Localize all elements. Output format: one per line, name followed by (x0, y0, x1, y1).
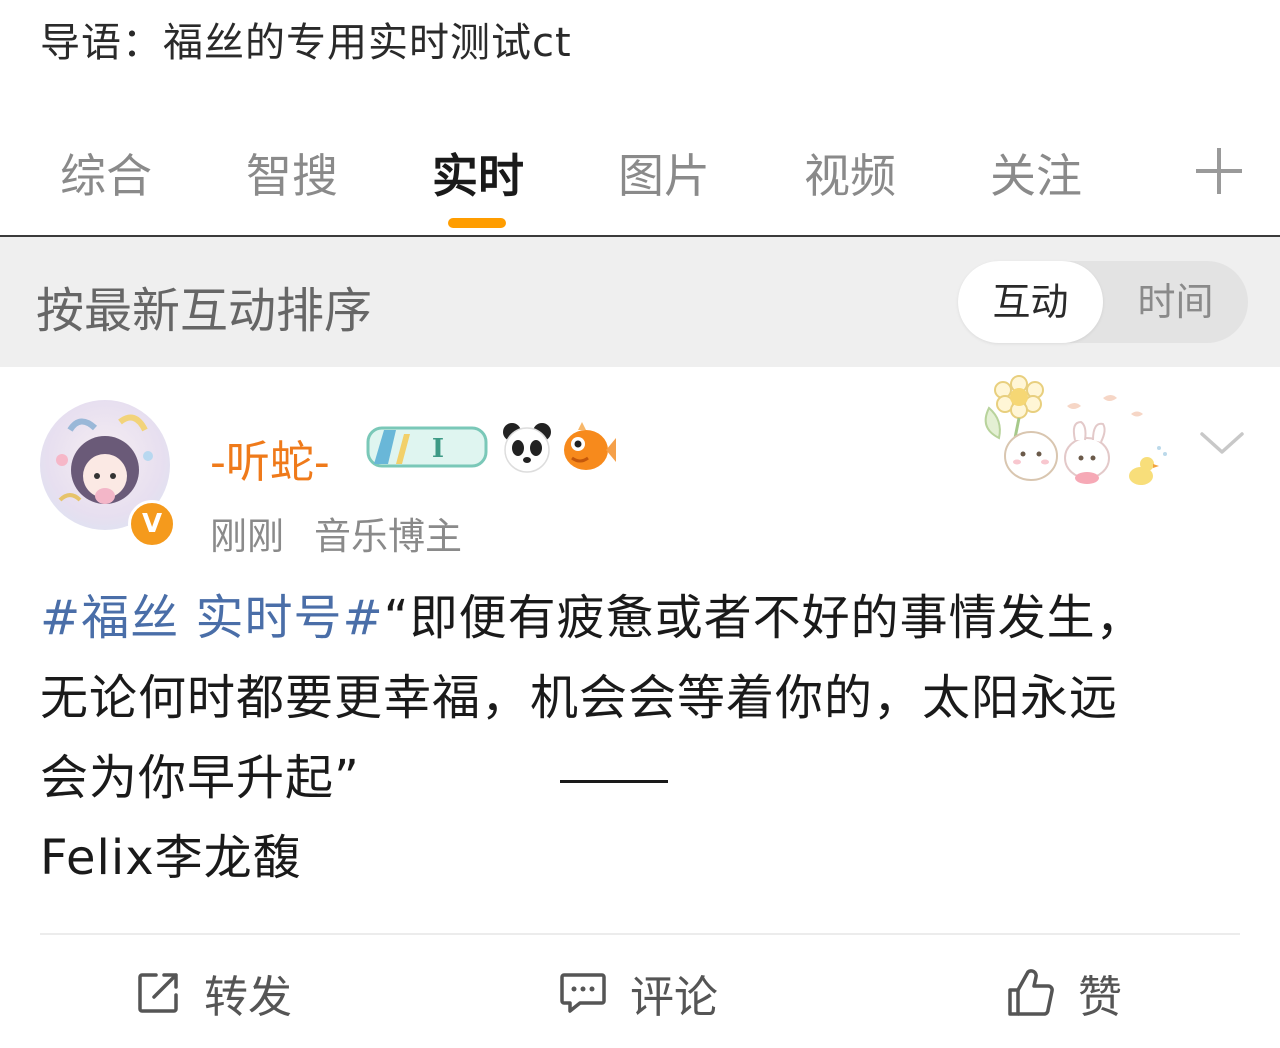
comment-icon (560, 973, 606, 1013)
post-time: 刚刚 (210, 515, 284, 558)
post-actions: 转发 评论 赞 (0, 948, 1280, 1038)
svg-text:I: I (432, 434, 444, 464)
page-intro: 导语：福丝的专用实时测试ct (40, 20, 572, 66)
fish-emoji-icon (564, 422, 616, 470)
level-badge-icon[interactable]: I (366, 424, 490, 470)
em-dash (559, 779, 668, 783)
comment-label: 评论 (630, 972, 718, 1023)
post-content: #福丝 实时号#“即便有疲惫或者不好的事情发生， 无论何时都要更幸福，机会会等着… (40, 578, 1250, 898)
panda-emoji-icon (503, 423, 551, 473)
share-icon (138, 973, 178, 1013)
like-icon (1008, 969, 1054, 1016)
sort-toggle: 互动 时间 (958, 261, 1248, 343)
comment-button[interactable]: 评论 (558, 958, 718, 1028)
post-line-2: 无论何时都要更幸福，机会会等着你的，太阳永远 (40, 670, 1119, 726)
tab-following[interactable]: 关注 (990, 140, 1082, 206)
decoration-sticker-icon (984, 375, 1167, 485)
post-meta: 刚刚 音乐博主 (210, 506, 462, 560)
post-text-3: 会为你早升起” (40, 750, 360, 806)
tab-realtime[interactable]: 实时 (432, 140, 524, 206)
repost-label: 转发 (204, 972, 292, 1023)
verified-badge: V (128, 500, 176, 548)
chevron-down-icon[interactable] (1198, 428, 1246, 458)
user-role: 音乐博主 (314, 515, 462, 558)
active-tab-indicator (448, 218, 506, 228)
tab-images[interactable]: 图片 (618, 140, 710, 206)
post-text-1: “即便有疲惫或者不好的事情发生， (383, 590, 1145, 646)
sort-option-interaction[interactable]: 互动 (958, 261, 1103, 343)
sort-label: 按最新互动排序 (36, 283, 373, 339)
sort-bar: 按最新互动排序 互动 时间 (0, 237, 1280, 367)
plus-icon[interactable] (1196, 148, 1242, 194)
sort-option-time[interactable]: 时间 (1103, 261, 1248, 343)
tab-comprehensive[interactable]: 综合 (60, 140, 152, 206)
like-label: 赞 (1078, 972, 1122, 1023)
tab-smart-search[interactable]: 智搜 (246, 140, 338, 206)
username[interactable]: -听蛇- (210, 426, 330, 490)
post-line-3: 会为你早升起” (40, 738, 1250, 818)
tab-bar: 综合 智搜 实时 图片 视频 关注 (0, 130, 1280, 235)
hashtag-link[interactable]: #福丝 实时号# (40, 590, 384, 646)
tab-videos[interactable]: 视频 (804, 140, 896, 206)
divider (40, 933, 1240, 935)
post-line-1: #福丝 实时号#“即便有疲惫或者不好的事情发生， (40, 578, 1250, 658)
like-button[interactable]: 赞 (1006, 958, 1122, 1028)
feed-post: V -听蛇- I 刚刚 音乐博主 #福丝 实时号#“即便有疲惫或者不好的事情发生… (0, 368, 1280, 1048)
repost-button[interactable]: 转发 (134, 958, 292, 1028)
post-line-4: Felix李龙馥 (40, 830, 302, 886)
